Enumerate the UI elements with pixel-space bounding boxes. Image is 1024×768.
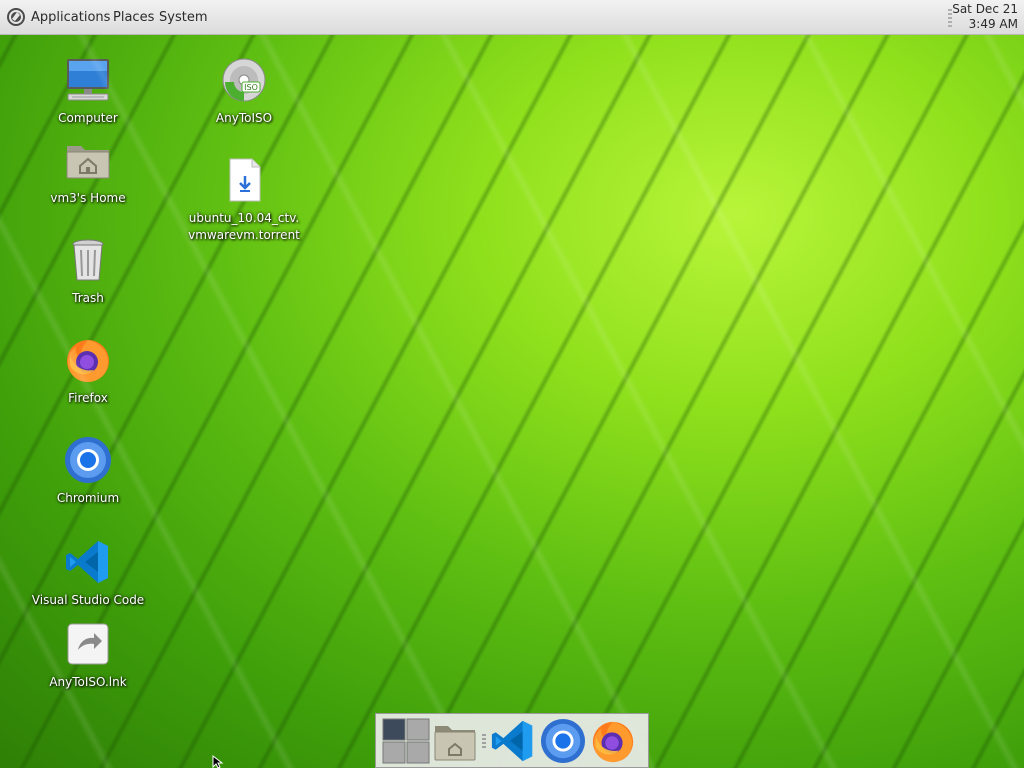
- chromium-icon[interactable]: [540, 718, 586, 764]
- chromium-icon: [65, 437, 111, 483]
- desktop-icon-anytoiso[interactable]: ISO AnyToISO: [184, 56, 304, 127]
- vscode-icon[interactable]: [490, 718, 536, 764]
- dock: [375, 713, 649, 768]
- mouse-cursor-icon: [212, 755, 224, 768]
- desktop-icon-label: Trash: [72, 291, 104, 305]
- desktop-icon-firefox[interactable]: Firefox: [28, 336, 148, 407]
- clock[interactable]: Sat Dec 21 3:49 AM: [952, 2, 1018, 32]
- desktop-icon-computer[interactable]: Computer: [28, 56, 148, 127]
- svg-text:ISO: ISO: [244, 83, 258, 92]
- desktop-icon-label: Computer: [58, 111, 118, 125]
- firefox-icon: [67, 340, 109, 382]
- files-folder-icon[interactable]: [432, 718, 478, 764]
- clock-date: Sat Dec 21: [952, 2, 1018, 16]
- desktop: Applications Places System Sat Dec 21 3:…: [0, 0, 1024, 768]
- firefox-icon[interactable]: [590, 718, 636, 764]
- desktop-icon-label: AnyToISO.lnk: [49, 675, 127, 689]
- applications-menu[interactable]: Applications: [31, 10, 110, 25]
- home-folder-icon: [66, 146, 110, 179]
- torrent-file-icon: [229, 158, 261, 202]
- disc-iso-icon: ISO: [222, 58, 266, 102]
- trash-icon: [72, 239, 104, 281]
- desktop-icon-anytoiso-lnk[interactable]: AnyToISO.lnk: [28, 620, 148, 691]
- shortcut-file-icon: [67, 623, 109, 665]
- desktop-icon-torrent[interactable]: ubuntu_10.04_ctv. vmwarevm.torrent: [184, 156, 304, 244]
- desktop-icon-label: ubuntu_10.04_ctv. vmwarevm.torrent: [188, 211, 300, 242]
- mate-logo-icon[interactable]: [6, 7, 26, 27]
- desktop-icon-home[interactable]: vm3's Home: [28, 136, 148, 207]
- desktop-icon-label: Firefox: [68, 391, 108, 405]
- system-menu[interactable]: System: [159, 10, 207, 25]
- desktop-icon-label: Visual Studio Code: [31, 593, 145, 607]
- clock-time: 3:49 AM: [968, 17, 1018, 31]
- desktop-icon-chromium[interactable]: Chromium: [28, 436, 148, 507]
- top-panel: Applications Places System Sat Dec 21 3:…: [0, 0, 1024, 35]
- dock-separator: [482, 734, 486, 750]
- desktop-icon-label: Chromium: [56, 491, 120, 505]
- places-menu[interactable]: Places: [113, 10, 154, 25]
- desktop-icon-vscode[interactable]: Visual Studio Code: [28, 538, 148, 609]
- desktop-icon-label: AnyToISO: [215, 111, 273, 125]
- desktop-icon-label: vm3's Home: [50, 191, 126, 205]
- workspace-switcher-icon[interactable]: [382, 718, 430, 764]
- vscode-icon: [66, 541, 108, 583]
- computer-icon: [67, 59, 109, 101]
- desktop-icon-trash[interactable]: Trash: [28, 236, 148, 307]
